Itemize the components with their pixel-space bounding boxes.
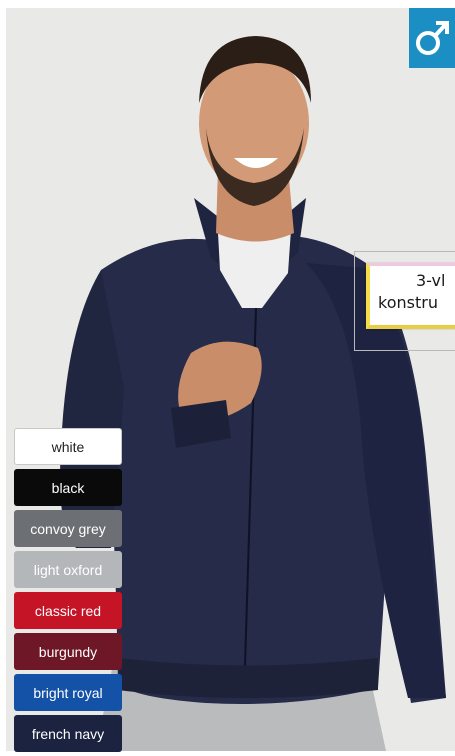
colour-swatch-classic-red[interactable]: classic red [14, 592, 122, 629]
colour-swatch-bright-royal[interactable]: bright royal [14, 674, 122, 711]
colour-swatch-black[interactable]: black [14, 469, 122, 506]
colour-swatch-light-oxford[interactable]: light oxford [14, 551, 122, 588]
colour-swatch-list: white black convoy grey light oxford classic… [14, 428, 122, 756]
colour-swatch-french-navy[interactable]: french navy [14, 715, 122, 752]
callout-line-2: konstru [378, 293, 438, 312]
male-symbol-icon [416, 21, 449, 55]
colour-swatch-white[interactable]: white [14, 428, 122, 465]
gender-badge [409, 8, 455, 68]
colour-swatch-burgundy[interactable]: burgundy [14, 633, 122, 670]
feature-callout: 3-vl konstru [366, 263, 455, 329]
colour-swatch-convoy-grey[interactable]: convoy grey [14, 510, 122, 547]
callout-line-1: 3-vl [416, 271, 446, 290]
